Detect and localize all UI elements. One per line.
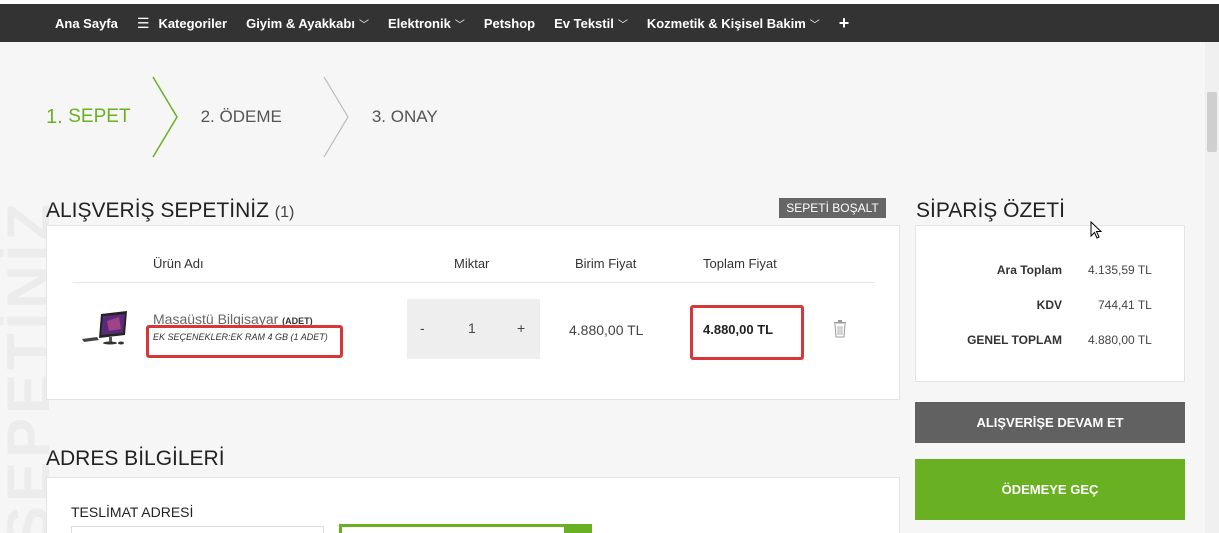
empty-cart-button[interactable]: SEPETİ BOŞALT [779,198,886,218]
quantity-increase-button[interactable]: + [517,320,525,336]
column-quantity: Miktar [454,256,490,271]
mouse-cursor-icon [1090,221,1103,239]
quantity-stepper: - 1 + [407,299,540,359]
nav-categories-label: Kategoriler [158,15,228,31]
scrollbar[interactable] [1205,42,1219,533]
highlight-box [690,305,804,360]
nav-home-textile-label: Ev Tekstil [554,15,614,31]
nav-electronics[interactable]: Elektronik ﹀ [388,16,465,31]
plus-icon[interactable]: + [839,13,850,34]
product-image[interactable] [81,311,129,347]
summary-row-grand-total: GENEL TOPLAM 4.880,00 TL [916,333,1186,353]
highlight-box [146,325,343,358]
grand-total-label: GENEL TOPLAM [967,333,1062,347]
delivery-address-label: TESLİMAT ADRESİ [71,504,194,520]
address-select[interactable] [71,526,324,533]
chevron-down-icon: ﹀ [358,19,369,31]
tax-value: 744,41 TL [1098,298,1152,312]
chevron-down-icon: ﹀ [617,19,628,31]
order-summary: Ara Toplam 4.135,59 TL KDV 744,41 TL GEN… [915,225,1185,382]
step-confirm: 3. ONAY [372,107,438,127]
step-arrow-icon [151,76,178,158]
quantity-value[interactable]: 1 [468,320,476,336]
step-arrow-icon [323,76,349,158]
step-cart-number: 1. [46,105,63,128]
nav-home-label: Ana Sayfa [55,15,118,31]
cart-table: Ürün Adı Miktar Birim Fiyat Toplam Fiyat… [46,225,900,400]
step-confirm-number: 3. [371,107,387,126]
step-payment: 2. ÖDEME [201,107,282,127]
subtotal-label: Ara Toplam [996,263,1062,277]
nav-home-textile[interactable]: Ev Tekstil ﹀ [554,16,628,31]
column-total-price: Toplam Fiyat [703,256,777,271]
checkout-button[interactable]: ÖDEMEYE GEÇ [915,459,1185,520]
grand-total-value: 4.880,00 TL [1088,333,1152,347]
scrollbar-thumb[interactable] [1207,92,1217,152]
cart-count: (1) [274,204,295,221]
cart-title: ALIŞVERİŞ SEPETİNİZ (1) [46,199,294,223]
summary-title: SİPARİŞ ÖZETİ [916,199,1065,222]
address-panel: TESLİMAT ADRESİ [46,477,900,533]
unit-price: 4.880,00 TL [569,322,644,338]
add-address-button[interactable] [339,524,592,533]
nav-petshop[interactable]: Petshop [484,16,535,31]
step-cart-label: SEPET [68,106,131,127]
chevron-down-icon: ﹀ [809,19,820,31]
nav-home[interactable]: Ana Sayfa [55,16,118,31]
nav-categories[interactable]: ☰ Kategoriler [137,15,227,32]
column-product: Ürün Adı [153,256,204,271]
nav-electronics-label: Elektronik [387,15,451,31]
step-payment-label: ÖDEME [219,107,282,126]
tax-label: KDV [1036,298,1062,312]
subtotal-value: 4.135,59 TL [1088,263,1152,277]
summary-row-subtotal: Ara Toplam 4.135,59 TL [916,263,1186,283]
top-navigation: Ana Sayfa ☰ Kategoriler Giyim & Ayakkabı… [0,0,1219,42]
watermark-text: SEPETİNİZ [0,200,62,533]
nav-cosmetics[interactable]: Kozmetik & Kişisel Bakim ﹀ [647,16,820,31]
step-cart: 1. SEPET [46,106,131,129]
trash-icon[interactable] [833,320,847,338]
summary-row-tax: KDV 744,41 TL [916,298,1186,318]
checkout-steps: 1. SEPET 2. ÖDEME 3. ONAY [46,75,438,159]
nav-petshop-label: Petshop [483,15,536,31]
chevron-down-icon: ﹀ [454,19,465,31]
nav-clothing-label: Giyim & Ayakkabı [246,15,355,31]
menu-icon: ☰ [136,14,150,31]
quantity-decrease-button[interactable]: - [420,320,425,336]
cart-table-header: Ürün Adı Miktar Birim Fiyat Toplam Fiyat [73,226,875,283]
column-unit-price: Birim Fiyat [575,256,637,271]
step-confirm-label: ONAY [390,107,438,126]
address-title: ADRES BİLGİLERİ [46,447,225,470]
cart-title-text: ALIŞVERİŞ SEPETİNİZ [46,199,269,222]
continue-shopping-button[interactable]: ALIŞVERİŞE DEVAM ET [915,402,1185,443]
nav-cosmetics-label: Kozmetik & Kişisel Bakim [646,15,806,31]
step-payment-number: 2. [200,107,215,126]
nav-clothing[interactable]: Giyim & Ayakkabı ﹀ [246,16,369,31]
